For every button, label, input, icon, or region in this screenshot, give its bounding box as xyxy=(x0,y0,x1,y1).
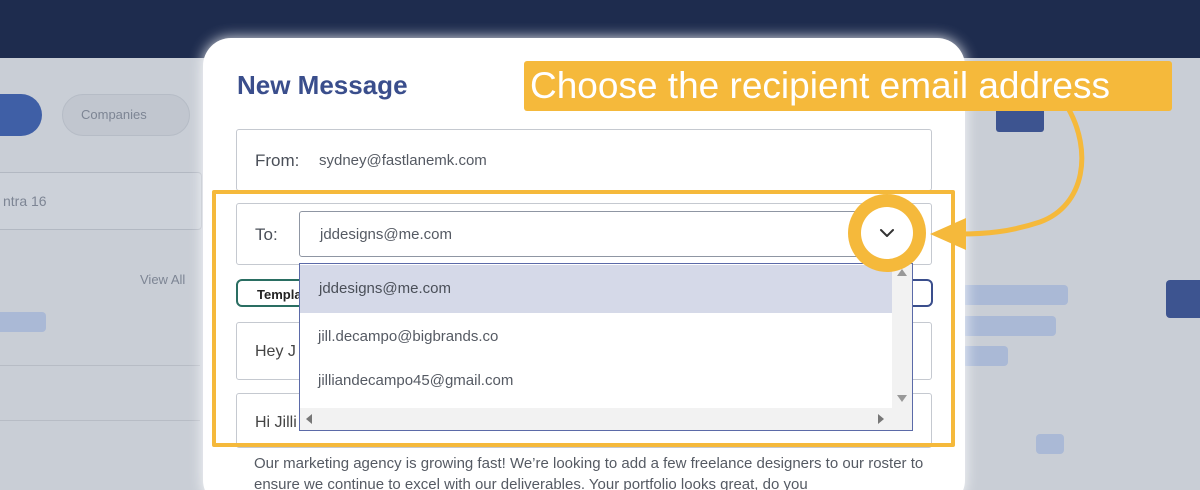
background-search-field: ntra 16 xyxy=(0,172,202,230)
background-divider xyxy=(0,420,200,421)
dropdown-toggle-button[interactable] xyxy=(861,207,913,259)
background-tab-companies: Companies xyxy=(62,94,190,136)
background-link: View All xyxy=(140,272,186,287)
background-search-text: ntra 16 xyxy=(3,193,47,209)
from-field: From: sydney@fastlanemk.com xyxy=(236,129,932,191)
dropdown-toggle-highlight[interactable] xyxy=(848,194,926,272)
callout-box: Choose the recipient email address xyxy=(524,61,1172,111)
callout-text: Choose the recipient email address xyxy=(530,65,1110,106)
background-tag xyxy=(962,346,1008,366)
from-value: sydney@fastlanemk.com xyxy=(319,152,487,169)
background-tag xyxy=(962,316,1056,336)
message-body[interactable]: Our marketing agency is growing fast! We… xyxy=(254,453,924,490)
background-tab-label: Companies xyxy=(81,107,147,122)
chevron-down-icon xyxy=(880,229,894,237)
highlight-frame xyxy=(212,190,955,447)
background-tag xyxy=(1036,434,1064,454)
background-side-button xyxy=(1166,280,1200,318)
background-divider xyxy=(0,365,200,366)
background-primary-button xyxy=(0,94,42,136)
background-tag xyxy=(0,312,46,332)
background-tag xyxy=(962,285,1068,305)
from-label: From: xyxy=(255,151,300,170)
modal-title: New Message xyxy=(237,70,408,100)
